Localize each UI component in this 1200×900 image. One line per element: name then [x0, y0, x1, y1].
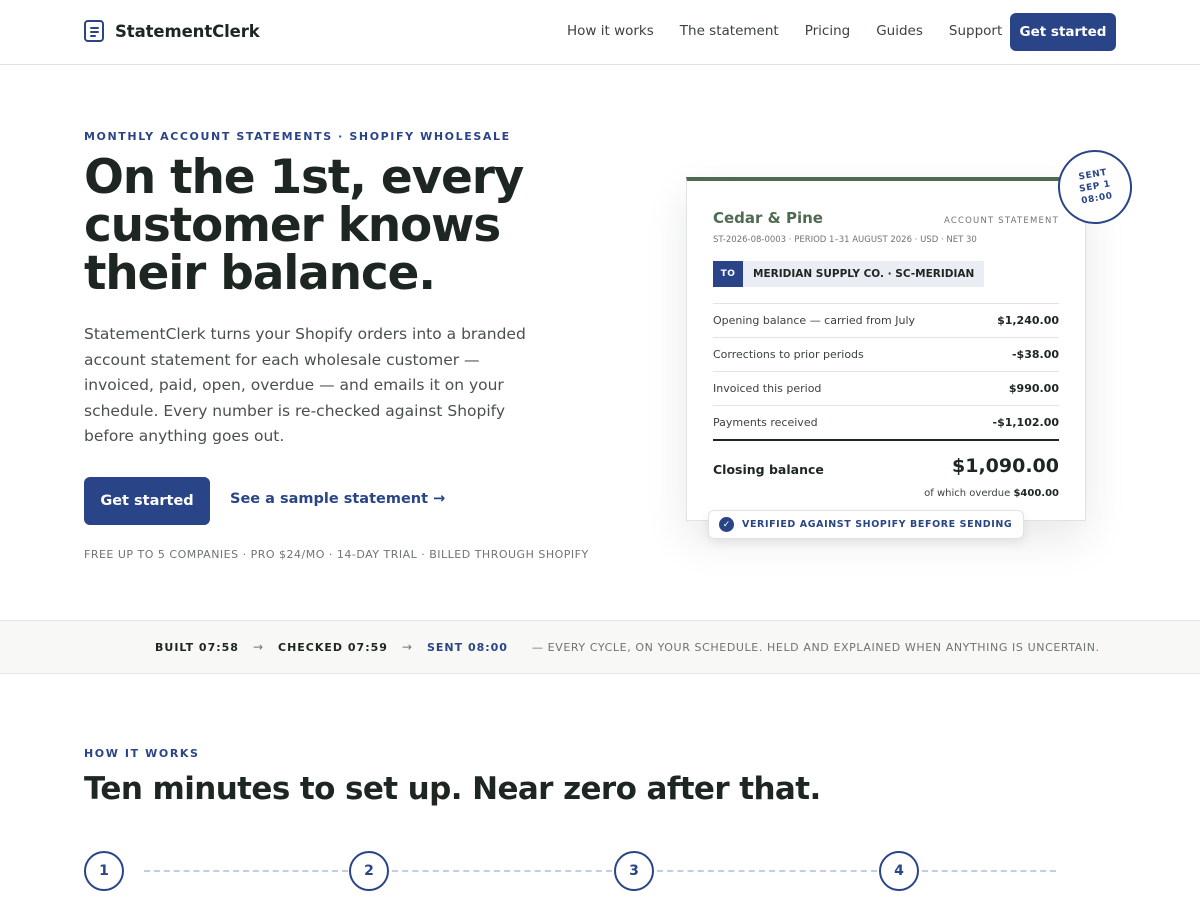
brand-name: StatementClerk [115, 21, 260, 41]
nav-item-pricing[interactable]: Pricing [805, 23, 851, 39]
timeline-step-built: BUILT 07:58 [155, 640, 239, 654]
nav-item-the-statement[interactable]: The statement [680, 23, 779, 39]
timeline-strip: BUILT 07:58 → CHECKED 07:59 → SENT 08:00… [0, 620, 1200, 674]
row-value: -$38.00 [1011, 348, 1059, 361]
timeline-step-sent: SENT 08:00 [426, 640, 508, 654]
statement-recipient: TO MERIDIAN SUPPLY CO. · SC-MERIDIAN [713, 261, 985, 287]
checkmark-icon: ✓ [719, 517, 734, 532]
how-it-works-eyebrow: HOW IT WORKS [84, 747, 200, 760]
statement-row: Invoiced this period $990.00 [713, 371, 1059, 405]
row-label: Payments received [713, 416, 818, 429]
total-divider [713, 439, 1059, 441]
statement-row: Corrections to prior periods -$38.00 [713, 337, 1059, 371]
site-header: StatementClerk How it works The statemen… [0, 0, 1200, 65]
statement-row: Payments received -$1,102.00 [713, 405, 1059, 439]
step-number-4: 4 [879, 851, 919, 891]
overdue-note: of which overdue $400.00 [924, 488, 1059, 499]
how-it-works-title: Ten minutes to set up. Near zero after t… [84, 771, 821, 807]
hero-get-started-button[interactable]: Get started [84, 477, 210, 525]
statement-rows: Opening balance — carried from July $1,2… [713, 303, 1059, 439]
header-get-started-button[interactable]: Get started [1010, 13, 1116, 51]
row-label: Corrections to prior periods [713, 348, 864, 361]
step-connector [922, 870, 1056, 872]
timeline-step-checked: CHECKED 07:59 [278, 640, 388, 654]
arrow-right-icon: → [401, 640, 413, 654]
nav-item-how-it-works[interactable]: How it works [567, 23, 654, 39]
closing-balance-value: $1,090.00 [952, 455, 1059, 477]
step-number-3: 3 [614, 851, 654, 891]
row-value: $1,240.00 [997, 314, 1059, 327]
row-value: -$1,102.00 [992, 416, 1060, 429]
timeline-note: — EVERY CYCLE, ON YOUR SCHEDULE. HELD AN… [531, 640, 1100, 654]
step-connector [392, 870, 612, 872]
recipient-label: TO [713, 261, 743, 287]
verified-text: VERIFIED AGAINST SHOPIFY BEFORE SENDING [742, 519, 1013, 530]
document-icon [84, 20, 104, 42]
statement-card: Cedar & Pine ACCOUNT STATEMENT ST-2026-0… [686, 177, 1086, 521]
verified-badge: ✓ VERIFIED AGAINST SHOPIFY BEFORE SENDIN… [708, 510, 1025, 539]
sample-statement-link[interactable]: See a sample statement → [230, 491, 445, 507]
closing-balance-label: Closing balance [713, 462, 824, 477]
main-nav: How it works The statement Pricing Guide… [567, 23, 1002, 39]
brand-logo[interactable]: StatementClerk [84, 20, 260, 42]
row-label: Opening balance — carried from July [713, 314, 916, 327]
timeline: BUILT 07:58 → CHECKED 07:59 → SENT 08:00… [155, 640, 1100, 654]
row-label: Invoiced this period [713, 382, 822, 395]
recipient-value: MERIDIAN SUPPLY CO. · SC-MERIDIAN [743, 261, 985, 287]
step-number-2: 2 [349, 851, 389, 891]
overdue-value: $400.00 [1013, 488, 1059, 499]
overdue-prefix: of which overdue [924, 488, 1011, 499]
step-connector [144, 870, 348, 872]
hero-eyebrow: MONTHLY ACCOUNT STATEMENTS · SHOPIFY WHO… [84, 130, 511, 143]
statement-company: Cedar & Pine [713, 209, 823, 227]
nav-item-support[interactable]: Support [949, 23, 1002, 39]
statement-row: Opening balance — carried from July $1,2… [713, 303, 1059, 337]
statement-meta: ST-2026-08-0003 · PERIOD 1–31 AUGUST 202… [713, 235, 977, 245]
hero-title: On the 1st, every customer knows their b… [84, 150, 524, 301]
hero-description: StatementClerk turns your Shopify orders… [84, 325, 526, 445]
nav-item-guides[interactable]: Guides [876, 23, 923, 39]
pricing-note: FREE UP TO 5 COMPANIES · PRO $24/MO · 14… [84, 548, 589, 561]
arrow-right-icon: → [252, 640, 265, 654]
step-number-1: 1 [84, 851, 124, 891]
step-connector [657, 870, 877, 872]
statement-doc-type: ACCOUNT STATEMENT [944, 216, 1059, 226]
row-value: $990.00 [1008, 382, 1059, 395]
